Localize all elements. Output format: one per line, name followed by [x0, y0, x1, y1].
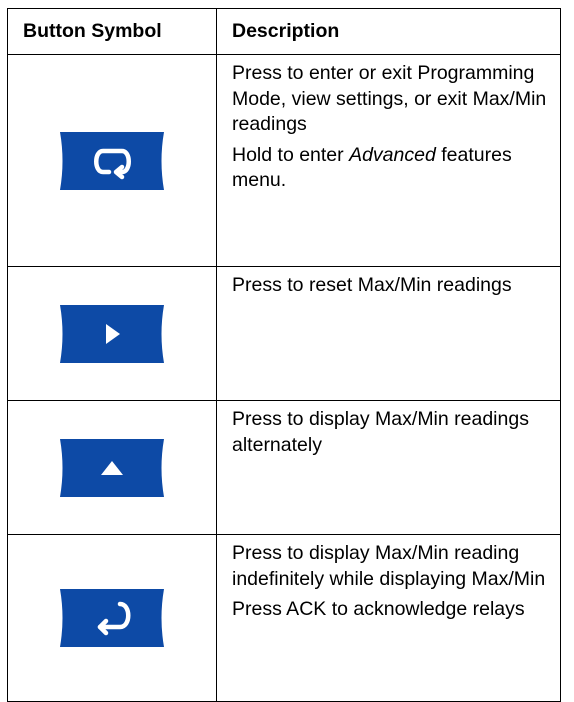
header-button-symbol: Button Symbol [7, 8, 217, 55]
table-row: Press to display Max/Min readings altern… [7, 400, 561, 535]
button-symbol-table: Button Symbol Description Press to enter [7, 8, 561, 702]
description-line: Press to display Max/Min reading indefin… [232, 542, 546, 590]
table-row: Press to display Max/Min reading indefin… [7, 534, 561, 702]
table-row: Press to reset Max/Min readings [7, 266, 561, 401]
table-row: Press to enter or exit Programming Mode,… [7, 54, 561, 267]
symbol-cell [7, 400, 217, 535]
description-line: Press to display Max/Min readings altern… [232, 408, 529, 456]
description-line: Press to reset Max/Min readings [232, 274, 512, 296]
enter-button-graphic [54, 589, 170, 647]
description-cell: Press to display Max/Min readings altern… [216, 400, 561, 535]
symbol-cell [7, 54, 217, 267]
up-button-graphic [54, 438, 170, 497]
button-shape [60, 589, 164, 647]
description-cell: Press to reset Max/Min readings [216, 266, 561, 401]
description-line: Hold to enter Advanced features menu. [232, 143, 512, 192]
button-shape [60, 131, 164, 190]
description-line: Press ACK to acknowledge relays [232, 598, 525, 620]
description-cell: Press to enter or exit Programming Mode,… [216, 54, 561, 267]
description-line: Press to enter or exit Programming Mode,… [232, 62, 547, 135]
description-cell: Press to display Max/Min reading indefin… [216, 534, 561, 702]
header-description: Description [216, 8, 561, 55]
symbol-cell [7, 266, 217, 401]
table-header-row: Button Symbol Description [7, 8, 561, 55]
menu-button-graphic [54, 131, 170, 190]
symbol-cell [7, 534, 217, 702]
reset-button-graphic [54, 304, 170, 363]
